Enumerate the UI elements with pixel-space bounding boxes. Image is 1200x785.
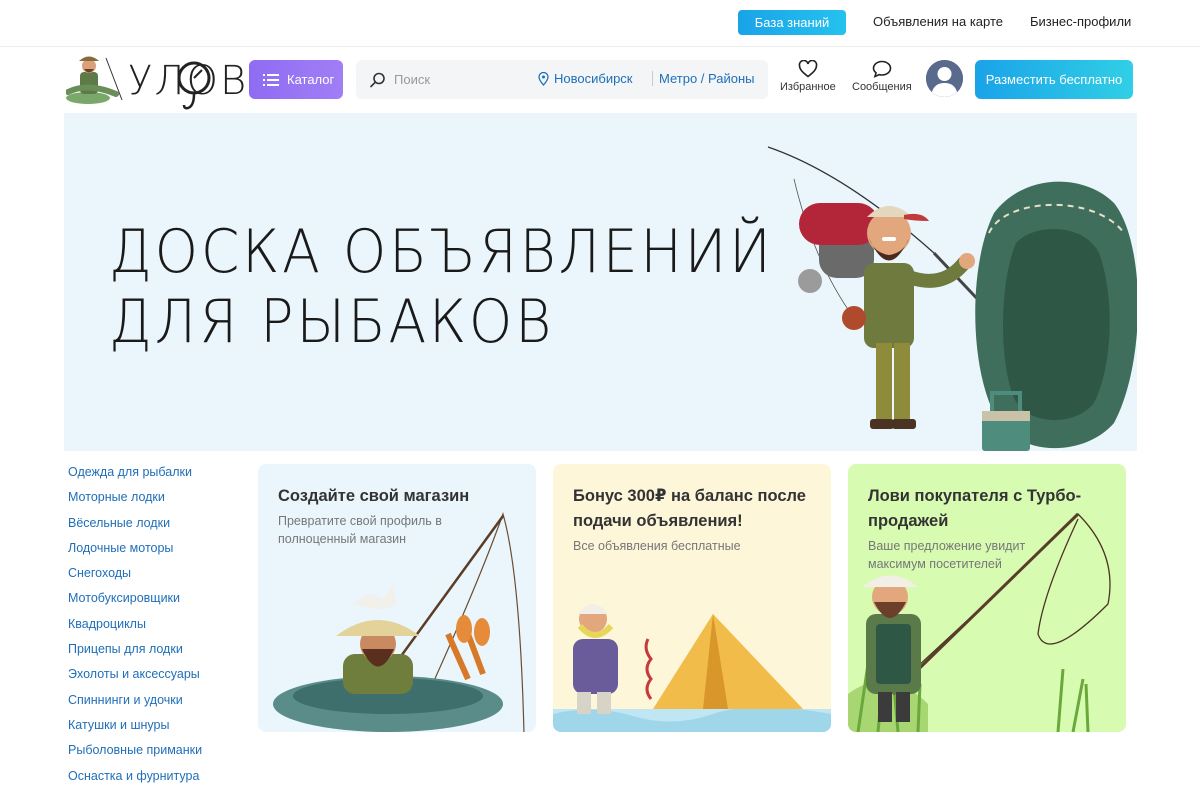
search-input[interactable]: [394, 72, 524, 87]
category-link[interactable]: Вёсельные лодки: [68, 513, 202, 538]
card-subtitle: Превратите свой профиль в полноценный ма…: [278, 514, 442, 546]
category-link[interactable]: Лодочные моторы: [68, 538, 202, 563]
list-icon: [263, 73, 279, 86]
card-title: Лови покупателя с Турбо-продажей: [868, 487, 1082, 530]
category-link[interactable]: Снегоходы: [68, 563, 202, 588]
city-label: Новосибирск: [554, 71, 633, 86]
location-pin-icon: [538, 71, 549, 86]
category-link[interactable]: Квадроциклы: [68, 614, 202, 639]
top-bar: База знаний Объявления на карте Бизнес-п…: [0, 0, 1200, 47]
user-icon: [926, 60, 963, 97]
avatar[interactable]: [926, 60, 963, 97]
hero-title-line2: ДЛЯ РЫБАКОВ: [109, 287, 555, 357]
knowledge-base-button[interactable]: База знаний: [738, 10, 846, 35]
metro-selector[interactable]: Метро / Районы: [652, 71, 755, 86]
category-link[interactable]: Одежда для рыбалки: [68, 462, 202, 487]
hero-banner: ДОСКА ОБЪЯВЛЕНИЙ ДЛЯ РЫБАКОВ: [64, 113, 1137, 451]
fisherman-hiker-illustration: [767, 146, 1137, 451]
search-icon: [370, 72, 385, 87]
hero-title: ДОСКА ОБЪЯВЛЕНИЙ ДЛЯ РЫБАКОВ: [109, 217, 774, 357]
card-subtitle: Ваше предложение увидит максимум посетит…: [868, 539, 1026, 571]
post-ad-button[interactable]: Разместить бесплатно: [975, 60, 1133, 99]
city-selector[interactable]: Новосибирск: [538, 71, 633, 86]
category-link[interactable]: Моторные лодки: [68, 487, 202, 512]
card-title: Бонус 300₽ на баланс после подачи объявл…: [573, 487, 806, 530]
card-subtitle: Все объявления бесплатные: [573, 539, 741, 553]
promo-card-turbo[interactable]: Лови покупателя с Турбо-продажей Ваше пр…: [848, 464, 1126, 732]
business-profiles-link[interactable]: Бизнес-профили: [1030, 14, 1131, 29]
logo-text: УЛОВ: [128, 58, 249, 104]
catalog-label: Каталог: [287, 72, 335, 87]
category-link[interactable]: Спиннинги и удочки: [68, 690, 202, 715]
promo-card-bonus[interactable]: Бонус 300₽ на баланс после подачи объявл…: [553, 464, 831, 732]
messages-label: Сообщения: [852, 81, 912, 93]
map-ads-link[interactable]: Объявления на карте: [873, 14, 1003, 29]
chat-bubble-icon: [872, 60, 892, 78]
favorites-label: Избранное: [780, 81, 836, 93]
category-sidebar: Одежда для рыбалки Моторные лодки Вёсель…: [68, 462, 202, 785]
hero-title-line1: ДОСКА ОБЪЯВЛЕНИЙ: [109, 217, 774, 287]
category-link[interactable]: Мотобуксировщики: [68, 588, 202, 613]
category-link[interactable]: Катушки и шнуры: [68, 715, 202, 740]
card-title: Создайте свой магазин: [278, 487, 470, 505]
messages-button[interactable]: Сообщения: [852, 60, 912, 93]
heart-icon: [798, 60, 818, 78]
category-link[interactable]: Прицепы для лодки: [68, 639, 202, 664]
category-link[interactable]: Рыболовные приманки: [68, 740, 202, 765]
catalog-button[interactable]: Каталог: [249, 60, 343, 99]
favorites-button[interactable]: Избранное: [780, 60, 836, 93]
category-link[interactable]: Оснастка и фурнитура: [68, 766, 202, 785]
category-link[interactable]: Эхолоты и аксессуары: [68, 664, 202, 689]
promo-card-shop[interactable]: Создайте свой магазин Превратите свой пр…: [258, 464, 536, 732]
search-bar: Новосибирск Метро / Районы: [356, 60, 768, 99]
